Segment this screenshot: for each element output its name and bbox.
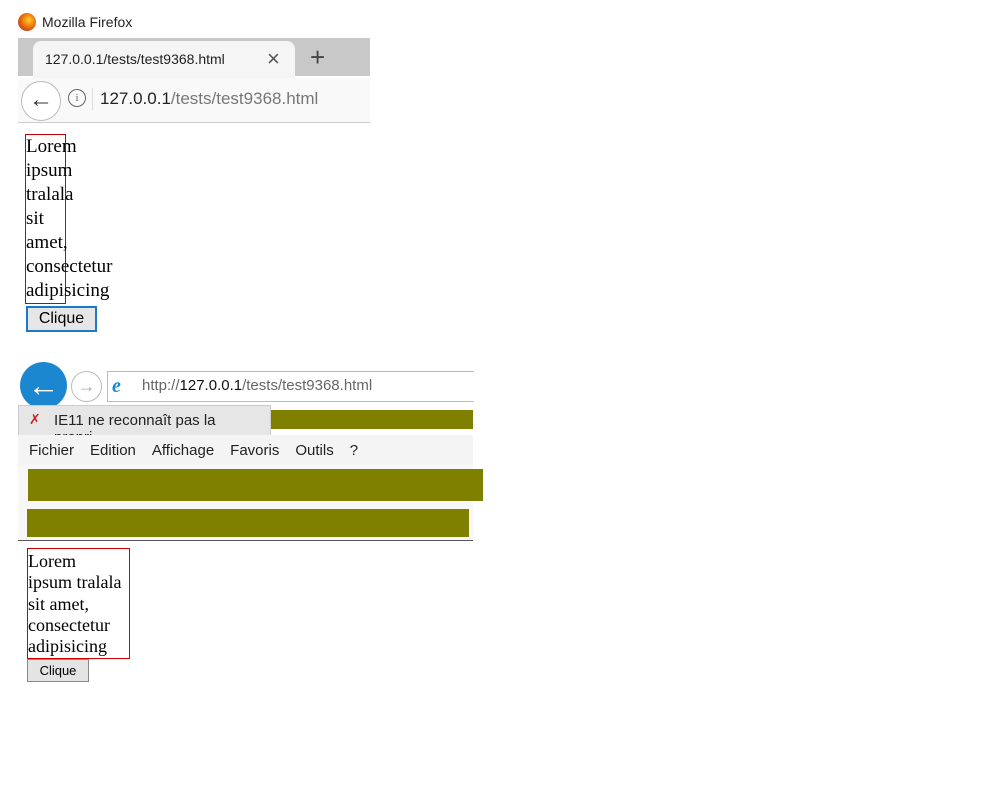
url-separator bbox=[92, 88, 93, 110]
ie-clique-button[interactable]: Clique bbox=[27, 659, 89, 682]
url-path: /tests/test9368.html bbox=[242, 377, 373, 394]
firefox-content-text: Lorem ipsum tralala sit amet, consectetu… bbox=[26, 135, 113, 303]
firefox-logo-icon bbox=[18, 13, 36, 31]
ie-content-separator bbox=[18, 540, 473, 541]
ie-content-text: Lorem ipsum tralala sit amet, consectetu… bbox=[28, 551, 121, 657]
line: sit bbox=[26, 208, 44, 229]
ie-forward-arrow-icon[interactable]: → bbox=[71, 371, 102, 402]
url-host: 127.0.0.1 bbox=[179, 377, 243, 394]
url-scheme: http:// bbox=[142, 377, 180, 394]
ie-tab[interactable]: ✗ IE11 ne reconnaît pas la propri... bbox=[18, 405, 271, 446]
menu-fichier[interactable]: Fichier bbox=[29, 442, 74, 459]
info-icon[interactable]: i bbox=[68, 89, 86, 107]
line: amet, bbox=[26, 232, 68, 253]
url-path: /tests/test9368.html bbox=[170, 89, 319, 108]
ie-url[interactable]: http://127.0.0.1/tests/test9368.html bbox=[142, 377, 372, 394]
redacted-area bbox=[27, 509, 469, 537]
menu-help[interactable]: ? bbox=[350, 442, 358, 459]
ie-menu-bar: Fichier Edition Affichage Favoris Outils… bbox=[18, 435, 473, 465]
tab-title: 127.0.0.1/tests/test9368.html bbox=[45, 51, 225, 67]
line: tralala bbox=[26, 184, 74, 205]
clique-button[interactable]: Clique bbox=[26, 306, 97, 332]
new-tab-icon[interactable]: + bbox=[310, 42, 325, 73]
line: consectetur bbox=[28, 614, 110, 635]
back-arrow-icon[interactable]: ← bbox=[21, 81, 61, 121]
line: ipsum tralala bbox=[28, 572, 122, 593]
redacted-area bbox=[271, 410, 473, 429]
line: adipisicing bbox=[26, 280, 110, 301]
menu-favoris[interactable]: Favoris bbox=[230, 442, 279, 459]
line: adipisicing bbox=[28, 636, 107, 657]
firefox-url-bar[interactable]: 127.0.0.1/tests/test9368.html bbox=[100, 89, 318, 109]
line: ipsum bbox=[26, 160, 73, 181]
url-host: 127.0.0.1 bbox=[100, 89, 171, 108]
close-tab-icon[interactable]: × bbox=[267, 46, 280, 72]
window-title-text: Mozilla Firefox bbox=[42, 14, 133, 30]
menu-outils[interactable]: Outils bbox=[295, 442, 333, 459]
line: sit amet, bbox=[28, 593, 89, 614]
ie-logo-icon: e bbox=[112, 375, 121, 397]
line: Lorem bbox=[28, 551, 76, 571]
line: consectetur bbox=[26, 256, 113, 277]
page-favicon-icon: ✗ bbox=[29, 411, 41, 427]
menu-affichage[interactable]: Affichage bbox=[152, 442, 214, 459]
line: Lorem bbox=[26, 136, 77, 157]
firefox-window-title: Mozilla Firefox bbox=[18, 13, 132, 31]
firefox-tab[interactable]: 127.0.0.1/tests/test9368.html × bbox=[33, 41, 295, 78]
ie-back-arrow-icon[interactable]: ← bbox=[20, 362, 67, 409]
menu-edition[interactable]: Edition bbox=[90, 442, 136, 459]
redacted-area bbox=[28, 469, 483, 501]
